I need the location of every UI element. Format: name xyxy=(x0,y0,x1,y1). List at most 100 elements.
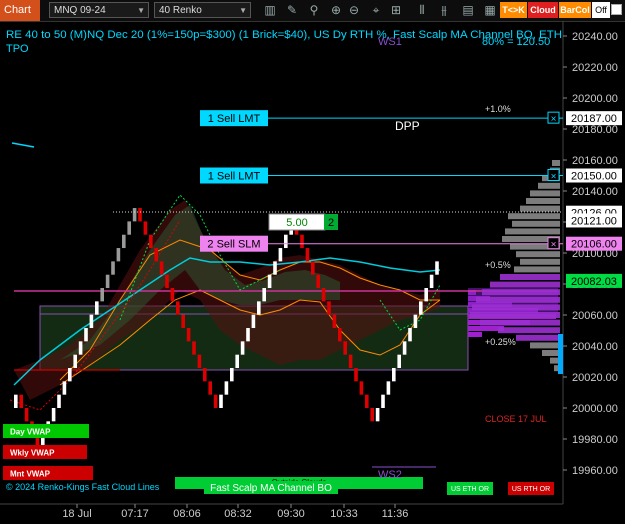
renko-brick xyxy=(84,328,88,342)
data-box-icon[interactable]: ▤ xyxy=(460,2,476,18)
renko-brick xyxy=(203,368,207,382)
renko-brick xyxy=(132,208,137,222)
order-label: 2 Sell SLM xyxy=(207,239,260,251)
renko-brick xyxy=(219,394,223,408)
price-tick-label: 19980.00 xyxy=(572,434,618,446)
chart-tab[interactable]: Chart xyxy=(0,0,40,21)
renko-brick xyxy=(159,261,164,275)
volume-profile-bar xyxy=(480,319,560,326)
renko-brick xyxy=(89,314,94,329)
price-tick-label: 20140.00 xyxy=(572,186,618,198)
renko-brick xyxy=(343,341,347,355)
barcolor-button[interactable]: BarCol xyxy=(559,2,591,18)
renko-brick xyxy=(402,341,407,355)
volume-profile-bar xyxy=(490,281,560,288)
time-tick-label: 18 Jul xyxy=(62,508,91,520)
draw-icon[interactable]: ✎ xyxy=(284,2,300,18)
chart-header-line2: TPO xyxy=(6,43,29,55)
renko-brick xyxy=(73,354,77,369)
renko-brick xyxy=(127,221,131,235)
close-icon[interactable]: × xyxy=(551,114,557,125)
renko-brick xyxy=(397,354,401,369)
indicators-icon[interactable]: ⚲ xyxy=(306,2,322,18)
volume-profile-bar xyxy=(520,205,560,212)
renko-brick xyxy=(95,301,99,315)
volume-profile-bar xyxy=(514,266,560,273)
properties-icon[interactable]: ⊞ xyxy=(388,2,404,18)
renko-brick xyxy=(365,394,369,408)
renko-brick xyxy=(354,368,358,382)
price-marker-label: 20150.00 xyxy=(571,171,617,183)
volume-profile-bar xyxy=(472,304,560,311)
renko-brick xyxy=(327,301,331,315)
footer-rth: US RTH OR xyxy=(512,486,550,493)
renko-brick xyxy=(300,234,304,249)
toolbar: Chart MNQ 09-24 ▼ 40 Renko ▼ ▥ ✎ ⚲ ⊕ ⊖ ⌖ ⊞… xyxy=(0,0,625,22)
zoom-in-icon[interactable]: ⊕ xyxy=(328,2,344,18)
time-tick-label: 10:33 xyxy=(330,508,358,520)
templates-icon[interactable]: ▦ xyxy=(482,2,498,18)
toggle-checkbox[interactable] xyxy=(611,4,622,15)
volume-profile-bar xyxy=(516,251,560,258)
price-tick-label: 20020.00 xyxy=(572,372,618,384)
footer-fast-scalp: Fast Scalp MA Channel BO xyxy=(210,483,332,494)
renko-brick xyxy=(316,274,320,289)
renko-brick xyxy=(111,261,115,275)
renko-brick xyxy=(278,248,283,262)
price-marker-label: 20121.00 xyxy=(571,215,617,227)
price-tick-label: 20240.00 xyxy=(572,31,618,43)
renko-brick xyxy=(370,408,374,422)
close-icon[interactable]: × xyxy=(551,172,557,183)
instrument-selector[interactable]: MNQ 09-24 ▼ xyxy=(49,2,149,18)
renko-brick xyxy=(143,221,148,235)
chevron-down-icon: ▼ xyxy=(239,6,247,15)
renko-brick xyxy=(224,381,229,395)
price-axis[interactable]: 20240.00 20220.00 20200.00 20180.00 20160.00… xyxy=(563,31,622,477)
pct-05-label: +0.5% xyxy=(485,260,511,270)
price-tick-label: 19960.00 xyxy=(572,465,618,477)
renko-brick xyxy=(213,394,218,408)
volume-profile-bar xyxy=(552,160,560,166)
tk-button[interactable]: T<>K xyxy=(500,2,527,18)
time-axis[interactable]: 18 Jul 07:17 08:06 08:32 09:30 10:33 11:36 xyxy=(62,504,408,520)
order-label: 1 Sell LMT xyxy=(208,171,261,183)
renko-brick xyxy=(165,274,169,289)
bar-type-selector[interactable]: 40 Renko ▼ xyxy=(154,2,251,18)
bars-icon[interactable]: ▥ xyxy=(262,2,278,18)
chart-trader-icon[interactable]: ⫵ xyxy=(436,2,452,18)
volume-profile-bar xyxy=(542,350,560,356)
volume-profile-bar xyxy=(530,190,560,197)
time-tick-label: 09:30 xyxy=(277,508,305,520)
renko-brick xyxy=(176,301,180,315)
chart[interactable]: 20240.00 20220.00 20200.00 20180.00 20160.00… xyxy=(0,21,625,524)
renko-brick xyxy=(186,328,191,342)
tpo-bar xyxy=(468,332,482,337)
price-marker-label: 20187.00 xyxy=(571,113,617,125)
renko-brick xyxy=(116,248,121,262)
renko-brick xyxy=(305,248,310,262)
crosshair-icon[interactable]: ⌖ xyxy=(368,2,384,18)
strategies-icon[interactable]: ⫴ xyxy=(414,2,430,18)
legend-label: Day VWAP xyxy=(10,428,51,437)
price-tick-label: 20060.00 xyxy=(572,310,618,322)
renko-brick xyxy=(267,274,272,289)
volume-profile xyxy=(470,160,563,374)
renko-brick xyxy=(332,314,337,329)
volume-profile-bar xyxy=(538,182,560,189)
dpp-label: DPP xyxy=(395,119,420,133)
renko-brick xyxy=(68,368,72,382)
renko-brick xyxy=(149,234,153,249)
price-tick-label: 20040.00 xyxy=(572,341,618,353)
cloud-button[interactable]: Cloud xyxy=(528,2,558,18)
renko-brick xyxy=(251,314,256,329)
renko-brick xyxy=(19,394,23,408)
zoom-out-icon[interactable]: ⊖ xyxy=(346,2,362,18)
off-toggle[interactable]: Off xyxy=(592,2,610,18)
price-tick-label: 20160.00 xyxy=(572,155,618,167)
ws1-label: WS1 xyxy=(378,36,402,48)
close-icon[interactable]: × xyxy=(551,240,557,251)
time-tick-label: 08:06 xyxy=(173,508,201,520)
volume-profile-bar xyxy=(526,198,560,204)
renko-brick xyxy=(392,368,396,382)
vwap-legend: Day VWAP Wkly VWAP Mnt VWAP xyxy=(3,424,93,480)
